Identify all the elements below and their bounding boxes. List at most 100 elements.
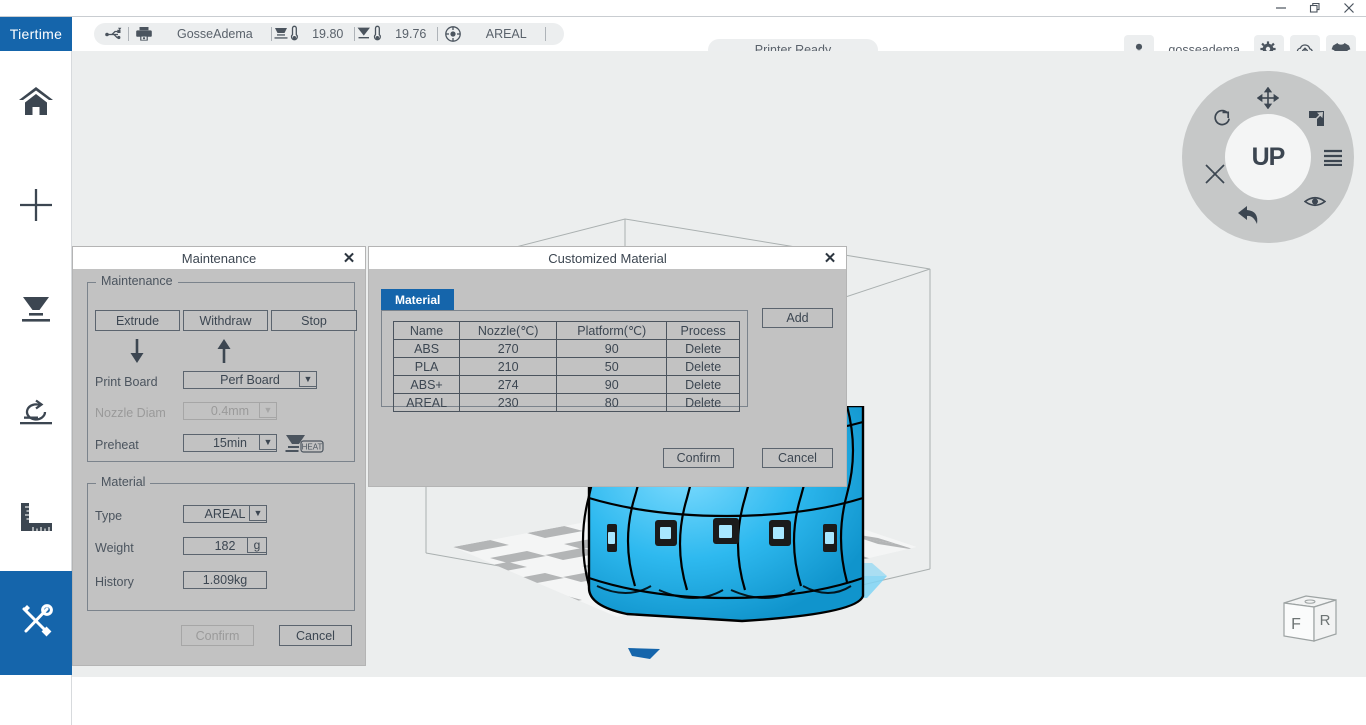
nozzle-diam-value: 0.4mm: [210, 404, 250, 418]
preheat-heat-icon[interactable]: HEAT: [285, 433, 325, 460]
print-board-select[interactable]: Perf Board ▼: [183, 371, 317, 389]
sidebar-item-add[interactable]: [0, 155, 72, 259]
col-name: Name: [392, 321, 461, 340]
eye-icon[interactable]: [1302, 188, 1328, 214]
withdraw-button[interactable]: Withdraw: [183, 310, 268, 331]
material-name: AREAL: [485, 27, 527, 41]
home-icon: [18, 85, 54, 122]
scale-icon[interactable]: [1303, 105, 1329, 131]
sidebar-item-maintenance[interactable]: [0, 571, 88, 675]
nozzle-diam-select: 0.4mm ▼: [183, 402, 277, 420]
nozzle-icon: [18, 295, 54, 328]
viewcube-front-label: F: [1291, 616, 1301, 633]
cell-platform: 90: [556, 339, 668, 358]
platform-thermometer-icon: [355, 23, 385, 45]
material-type-select[interactable]: AREAL ▼: [183, 505, 267, 523]
brand-logo: Tiertime: [0, 17, 72, 51]
close-icon[interactable]: ✕: [341, 250, 357, 266]
printer-icon[interactable]: [129, 23, 159, 45]
close-icon[interactable]: ✕: [822, 250, 838, 266]
chevron-down-icon[interactable]: ▼: [259, 434, 277, 450]
customized-material-dialog[interactable]: Customized Material ✕ Material Name Nozz…: [368, 246, 847, 487]
hamburger-icon[interactable]: [1320, 144, 1346, 170]
restore-icon[interactable]: [1298, 0, 1332, 16]
rotate-cw-icon[interactable]: [1209, 105, 1235, 131]
cell-name: ABS: [392, 339, 461, 358]
navigation-wheel[interactable]: UP: [1182, 71, 1354, 243]
maintenance-dialog-title: Maintenance: [181, 250, 257, 266]
print-board-value: Perf Board: [220, 373, 280, 387]
chevron-down-icon[interactable]: ▼: [299, 371, 317, 387]
table-row[interactable]: ABS 270 90 Delete: [392, 339, 740, 358]
delete-link: Delete: [666, 339, 740, 358]
arrow-up-icon: [213, 338, 235, 368]
cell-nozzle: 230: [459, 393, 558, 412]
window-title-bar: [0, 0, 1366, 17]
view-cube[interactable]: F R: [1280, 591, 1340, 647]
top-toolbar: Tiertime GosseAdema 19.80 19.76 AREAL Pr…: [0, 17, 1366, 65]
material-history-label: History: [95, 575, 134, 589]
sidebar-item-home[interactable]: [0, 51, 72, 155]
material-dialog-titlebar: Customized Material ✕: [369, 247, 846, 269]
cell-nozzle: 274: [459, 375, 558, 394]
cell-platform: 80: [556, 393, 668, 412]
preheat-select[interactable]: 15min ▼: [183, 434, 277, 452]
table-header-row: Name Nozzle(℃) Platform(℃) Process: [392, 321, 740, 340]
application-window: Tiertime GosseAdema 19.80 19.76 AREAL Pr…: [0, 0, 1366, 725]
nozzle-temperature: 19.80: [312, 27, 344, 41]
maintenance-cancel-button[interactable]: Cancel: [279, 625, 352, 646]
table-row[interactable]: ABS+ 274 90 Delete: [392, 375, 740, 394]
material-type-label: Type: [95, 509, 123, 523]
cell-name: AREAL: [392, 393, 461, 412]
material-dialog-title: Customized Material: [548, 250, 667, 266]
viewcube-right-label: R: [1320, 612, 1331, 629]
cell-nozzle: 210: [459, 357, 558, 376]
sidebar-item-rotate[interactable]: [0, 363, 72, 467]
move-icon[interactable]: [1255, 85, 1281, 111]
collapse-icon[interactable]: [1202, 161, 1228, 187]
printer-info-group: GosseAdema 19.80 19.76 AREAL: [94, 23, 564, 45]
extrude-button[interactable]: Extrude: [95, 310, 180, 331]
sidebar-item-nozzle[interactable]: [0, 259, 72, 363]
sidebar-item-measure[interactable]: [0, 467, 72, 571]
delete-link[interactable]: Delete: [666, 393, 740, 412]
chevron-down-icon[interactable]: ▼: [249, 505, 267, 521]
printer-name: GosseAdema: [177, 27, 253, 41]
maintenance-confirm-button[interactable]: Confirm: [181, 625, 254, 646]
col-nozzle: Nozzle(℃): [459, 321, 558, 340]
material-history-value: 1.809kg: [183, 571, 267, 589]
svg-text:HEAT: HEAT: [302, 443, 323, 452]
material-confirm-button[interactable]: Confirm: [663, 448, 734, 468]
usb-icon[interactable]: [98, 23, 128, 45]
add-material-button[interactable]: Add: [762, 308, 833, 328]
tab-material[interactable]: Material: [381, 289, 455, 310]
col-process: Process: [666, 321, 740, 340]
material-weight-input[interactable]: 182 g: [183, 537, 267, 555]
left-sidebar: [0, 51, 88, 725]
tools-icon: [16, 602, 56, 645]
material-group-legend: Material: [96, 475, 151, 489]
minimize-icon[interactable]: [1264, 0, 1298, 16]
cell-platform: 90: [556, 375, 668, 394]
col-platform: Platform(℃): [556, 321, 668, 340]
close-icon[interactable]: [1332, 0, 1366, 16]
undo-arrow-icon[interactable]: [1235, 202, 1261, 228]
platform-temperature: 19.76: [395, 27, 427, 41]
stop-button[interactable]: Stop: [271, 310, 357, 331]
delete-link: Delete: [666, 357, 740, 376]
table-row[interactable]: PLA 210 50 Delete: [392, 357, 740, 376]
material-spool-icon[interactable]: [438, 23, 468, 45]
material-cancel-button[interactable]: Cancel: [762, 448, 833, 468]
delete-link: Delete: [666, 375, 740, 394]
table-row[interactable]: AREAL 230 80 Delete: [392, 393, 740, 412]
wheel-home-button[interactable]: UP: [1225, 114, 1311, 200]
cell-platform: 50: [556, 357, 668, 376]
rotate-icon: [18, 399, 54, 432]
cell-name: PLA: [392, 357, 461, 376]
maintenance-dialog[interactable]: Maintenance ✕ Maintenance Extrude Withdr…: [72, 246, 366, 666]
chevron-down-icon: ▼: [259, 402, 277, 418]
material-weight-label: Weight: [95, 541, 134, 555]
ruler-icon: [19, 502, 53, 537]
plus-icon: [18, 187, 54, 228]
preheat-label: Preheat: [95, 438, 139, 452]
